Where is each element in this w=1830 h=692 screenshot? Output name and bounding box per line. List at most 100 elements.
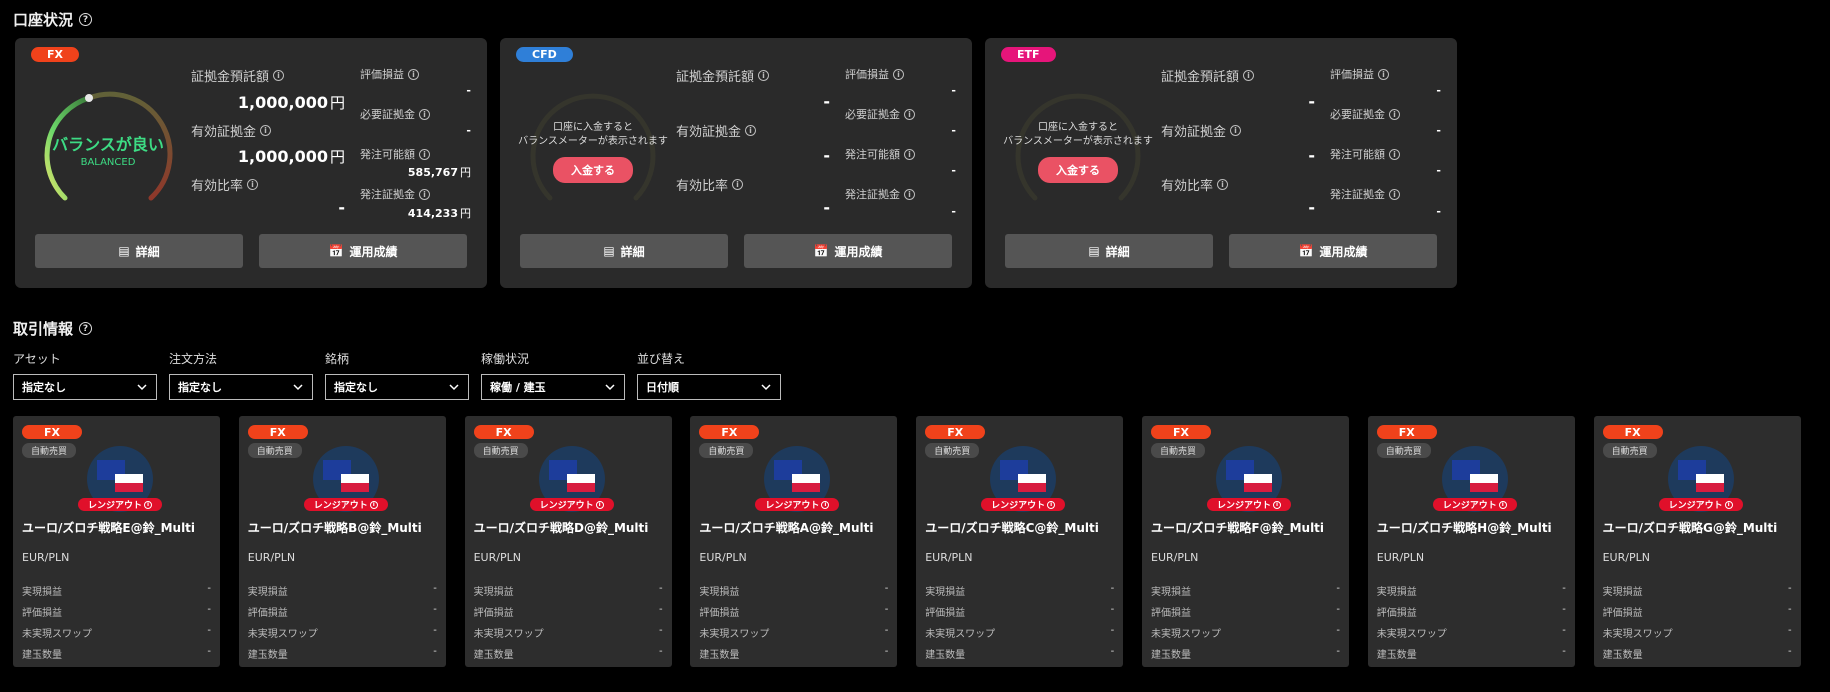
fx-badge: FX [1376, 425, 1437, 439]
info-icon[interactable]: i [419, 188, 430, 200]
info-icon[interactable]: i [1243, 70, 1255, 81]
auto-trade-tag: 自動売買 [473, 443, 528, 458]
info-icon: i [1498, 500, 1507, 509]
filter-select[interactable]: 指定なし [169, 374, 313, 400]
info-icon[interactable]: i [732, 179, 744, 190]
stat-row: 評価損益 - [247, 604, 437, 619]
calendar-icon: 📅 [328, 244, 344, 258]
orderable-label: 発注可能額 i [1330, 146, 1400, 162]
info-icon[interactable]: i [273, 70, 285, 81]
filter-select[interactable]: 指定なし [325, 374, 469, 400]
required-value: - [1436, 124, 1441, 137]
poland-flag-icon [115, 474, 143, 492]
cfd-deposit-button[interactable]: 入金する [553, 157, 633, 183]
stat-row: 未実現スワップ - [1376, 625, 1566, 640]
card-icon: ▤ [1088, 244, 1100, 258]
cfd-performance-button[interactable]: 📅 運用成績 [744, 234, 952, 268]
currency-pair: EUR/PLN [22, 551, 70, 564]
stat-row: 建玉数量 - [699, 646, 889, 661]
poland-flag-icon [1695, 474, 1724, 492]
stat-row: 実現損益 - [699, 583, 889, 598]
trade-card[interactable]: FX 自動売買 レンジアウト i ユーロ/ズロチ戦略G@鈴_Multi EUR/PLN 実現… [1593, 416, 1801, 667]
required-label: 必要証拠金 i [360, 106, 430, 122]
ratio-value: - [338, 198, 345, 217]
info-icon[interactable]: i [745, 125, 757, 136]
deposit-value: - [823, 92, 830, 111]
chevron-down-icon [761, 384, 771, 391]
card-icon: ▤ [118, 244, 130, 258]
orderable-value: 585,767 円 [407, 166, 471, 179]
filter-label: 注文方法 [169, 352, 218, 366]
fx-account-card: FX バランスが良い BALANCED 証拠金預託額 i 1,000,000 円 有… [15, 38, 487, 288]
etf-account-card: ETF 口座に入金すると バランスメーターが表示されます 入金する 証拠金預託額 i… [985, 38, 1457, 288]
info-icon[interactable]: i [758, 70, 770, 81]
filter-select[interactable]: 指定なし [13, 374, 157, 400]
info-icon[interactable]: i [1389, 188, 1400, 200]
stat-row: 評価損益 - [1602, 604, 1792, 619]
order-margin-value: 414,233 円 [407, 207, 471, 220]
filter-select[interactable]: 稼働 / 建玉 [481, 374, 625, 400]
poland-flag-icon [1244, 474, 1272, 492]
stat-row: 建玉数量 - [1376, 646, 1566, 661]
range-out-badge: レンジアウト i [1658, 498, 1743, 511]
info-icon: i [1724, 500, 1733, 509]
info-icon[interactable]: i [419, 148, 430, 160]
filter-label: 稼働状況 [481, 352, 530, 366]
info-icon[interactable]: i [1389, 148, 1400, 160]
chevron-down-icon [293, 384, 303, 391]
poland-flag-icon [566, 474, 595, 492]
fx-detail-button[interactable]: ▤ 詳細 [35, 234, 243, 268]
trade-card[interactable]: FX 自動売買 レンジアウト i ユーロ/ズロチ戦略B@鈴_Multi EUR/PLN 実現… [238, 416, 446, 667]
range-out-badge: レンジアウト i [755, 498, 840, 511]
auto-trade-tag: 自動売買 [247, 443, 302, 458]
cfd-detail-button[interactable]: ▤ 詳細 [520, 234, 728, 268]
info-icon[interactable]: i [408, 68, 419, 80]
trade-card[interactable]: FX 自動売買 レンジアウト i ユーロ/ズロチ戦略C@鈴_Multi EUR/PLN 実現… [916, 416, 1124, 667]
range-out-badge: レンジアウト i [1207, 498, 1291, 511]
info-icon[interactable]: i [419, 108, 430, 120]
trade-card[interactable]: FX 自動売買 レンジアウト i ユーロ/ズロチ戦略A@鈴_Multi EUR/PLN 実現… [690, 416, 898, 667]
info-icon[interactable]: i [260, 125, 272, 136]
etf-detail-button[interactable]: ▤ 詳細 [1005, 234, 1213, 268]
strategy-name: ユーロ/ズロチ戦略H@鈴_Multi [1376, 521, 1552, 535]
stat-row: 評価損益 - [22, 604, 211, 619]
stat-row: 実現損益 - [1376, 583, 1566, 598]
info-icon[interactable]: i [904, 148, 915, 160]
info-icon: i [1273, 500, 1281, 509]
stat-row: 実現損益 - [925, 583, 1115, 598]
order-margin-label: 発注証拠金 i [845, 186, 915, 202]
eval-label: 評価損益 i [1330, 66, 1389, 82]
strategy-name: ユーロ/ズロチ戦略E@鈴_Multi [22, 521, 196, 535]
info-icon[interactable]: i [1378, 68, 1389, 80]
info-icon[interactable]: i [904, 188, 915, 200]
eval-label: 評価損益 i [845, 66, 904, 82]
etf-deposit-button[interactable]: 入金する [1038, 157, 1118, 183]
info-icon[interactable]: i [904, 108, 915, 120]
help-icon[interactable]: ? [79, 13, 93, 26]
info-icon[interactable]: i [1389, 108, 1400, 120]
trade-card[interactable]: FX 自動売買 レンジアウト i ユーロ/ズロチ戦略F@鈴_Multi EUR/PLN 実現… [1142, 416, 1349, 667]
trade-section-title: 取引情報 ? [13, 318, 93, 339]
ratio-label: 有効比率 i [1161, 175, 1229, 194]
trade-card[interactable]: FX 自動売買 レンジアウト i ユーロ/ズロチ戦略D@鈴_Multi EUR/PLN 実現… [464, 416, 672, 667]
strategy-name: ユーロ/ズロチ戦略F@鈴_Multi [1151, 521, 1325, 535]
info-icon: i [821, 500, 830, 509]
info-icon[interactable]: i [893, 68, 904, 80]
trade-card[interactable]: FX 自動売買 レンジアウト i ユーロ/ズロチ戦略H@鈴_Multi EUR/PLN 実現… [1367, 416, 1575, 667]
info-icon[interactable]: i [1217, 179, 1229, 190]
required-value: - [466, 124, 471, 137]
deposit-label: 証拠金預託額 i [191, 66, 285, 85]
stat-row: 実現損益 - [1602, 583, 1792, 598]
etf-performance-button[interactable]: 📅 運用成績 [1229, 234, 1437, 268]
stat-row: 未実現スワップ - [1602, 625, 1792, 640]
filter-select[interactable]: 日付順 [637, 374, 781, 400]
order-margin-value: - [951, 205, 956, 218]
orderable-value: - [951, 164, 956, 177]
strategy-name: ユーロ/ズロチ戦略G@鈴_Multi [1602, 521, 1778, 535]
help-icon[interactable]: ? [79, 322, 93, 335]
info-icon[interactable]: i [1230, 125, 1242, 136]
info-icon[interactable]: i [247, 179, 259, 190]
fx-performance-button[interactable]: 📅 運用成績 [259, 234, 467, 268]
trade-card[interactable]: FX 自動売買 レンジアウト i ユーロ/ズロチ戦略E@鈴_Multi EUR/PLN 実現… [13, 416, 220, 667]
eval-value: - [951, 84, 956, 97]
